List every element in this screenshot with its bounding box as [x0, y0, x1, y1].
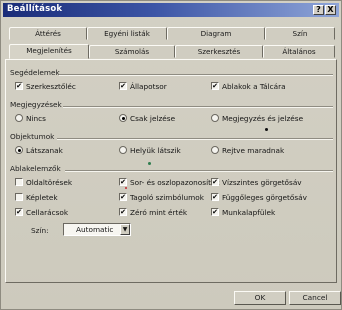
checkbox-label: Állapotsor: [130, 82, 167, 91]
radio-circle[interactable]: [211, 114, 219, 122]
checkbox-label: Függőleges görgetősáv: [222, 193, 307, 202]
radio-selected-dot: [17, 148, 21, 152]
radio-label: Nincs: [26, 114, 46, 123]
checkbox-box[interactable]: ✔: [119, 178, 127, 186]
checkbox-label: Szerkesztőléc: [26, 82, 76, 91]
radio-circle[interactable]: [15, 114, 23, 122]
scan-speck: [125, 187, 127, 189]
radio-selected-dot: [121, 116, 125, 120]
radio-circle[interactable]: [119, 146, 127, 154]
checkbox-box[interactable]: ✔: [119, 193, 127, 201]
group-divider: [57, 138, 333, 140]
tab-atteres[interactable]: Áttérés: [9, 27, 87, 40]
ok-button[interactable]: OK: [234, 291, 286, 305]
close-button[interactable]: X: [325, 5, 336, 15]
checkbox-box[interactable]: [15, 193, 23, 201]
options-dialog: Beállítások ? X Áttérés Egyéni listák Di…: [0, 0, 342, 310]
tab-altalanos[interactable]: Általános: [263, 45, 335, 58]
checkbox-label: Munkalapfülek: [222, 208, 276, 217]
checkbox-label: Oldaltörések: [26, 178, 73, 187]
chevron-down-icon[interactable]: ▼: [120, 224, 130, 235]
tab-szerkesztes[interactable]: Szerkesztés: [175, 45, 263, 58]
radio-circle[interactable]: [211, 146, 219, 154]
checkbox-box[interactable]: ✔: [211, 193, 219, 201]
radio-circle[interactable]: [15, 146, 23, 154]
group-label-megjegyzesek: Megjegyzések: [10, 100, 62, 109]
window-title: Beállítások: [7, 4, 63, 14]
group-divider: [63, 106, 333, 108]
scan-speck: [148, 162, 151, 165]
checkbox-label: Tagoló szimbólumok: [130, 193, 204, 202]
scan-speck: [265, 128, 268, 131]
checkbox-box[interactable]: ✔: [119, 208, 127, 216]
tab-egyeni-listak[interactable]: Egyéni listák: [87, 27, 167, 40]
radio-circle[interactable]: [119, 114, 127, 122]
checkbox-label: Vízszintes görgetősáv: [222, 178, 302, 187]
radio-label: Rejtve maradnak: [222, 146, 285, 155]
cancel-button[interactable]: Cancel: [289, 291, 341, 305]
title-bar[interactable]: Beállítások ? X: [3, 3, 339, 17]
checkbox-box[interactable]: ✔: [119, 82, 127, 90]
checkbox-box[interactable]: ✔: [211, 178, 219, 186]
color-select-value: Automatic: [76, 225, 114, 234]
checkbox-box[interactable]: ✔: [15, 82, 23, 90]
group-label-objektumok: Objektumok: [10, 132, 55, 141]
color-select[interactable]: Automatic ▼: [63, 223, 131, 236]
radio-label: Helyük látszik: [130, 146, 181, 155]
checkbox-label: Cellarácsok: [26, 208, 69, 217]
checkbox-label: Sor- és oszlopazonosítók: [130, 178, 220, 187]
tab-megjelenites[interactable]: Megjelenítés: [9, 44, 89, 59]
checkbox-box[interactable]: ✔: [211, 208, 219, 216]
checkbox-label: Zéró mint érték: [130, 208, 188, 217]
tab-szin[interactable]: Szín: [265, 27, 335, 40]
group-divider: [65, 170, 333, 172]
help-button[interactable]: ?: [313, 5, 324, 15]
radio-label: Csak jelzése: [130, 114, 176, 123]
tab-diagram[interactable]: Diagram: [167, 27, 265, 40]
tab-szamolas[interactable]: Számolás: [89, 45, 175, 58]
checkbox-box[interactable]: ✔: [211, 82, 219, 90]
checkbox-label: Képletek: [26, 193, 58, 202]
checkbox-box[interactable]: [15, 178, 23, 186]
group-divider: [59, 74, 333, 76]
checkbox-label: Ablakok a Tálcára: [222, 82, 286, 91]
color-label: Szín:: [31, 226, 49, 235]
group-label-segedelemek: Segédelemek: [10, 68, 60, 77]
radio-label: Látszanak: [26, 146, 63, 155]
group-label-ablakelemzok: Ablakelemzők: [10, 164, 61, 173]
radio-label: Megjegyzés és jelzése: [222, 114, 304, 123]
checkbox-box[interactable]: ✔: [15, 208, 23, 216]
